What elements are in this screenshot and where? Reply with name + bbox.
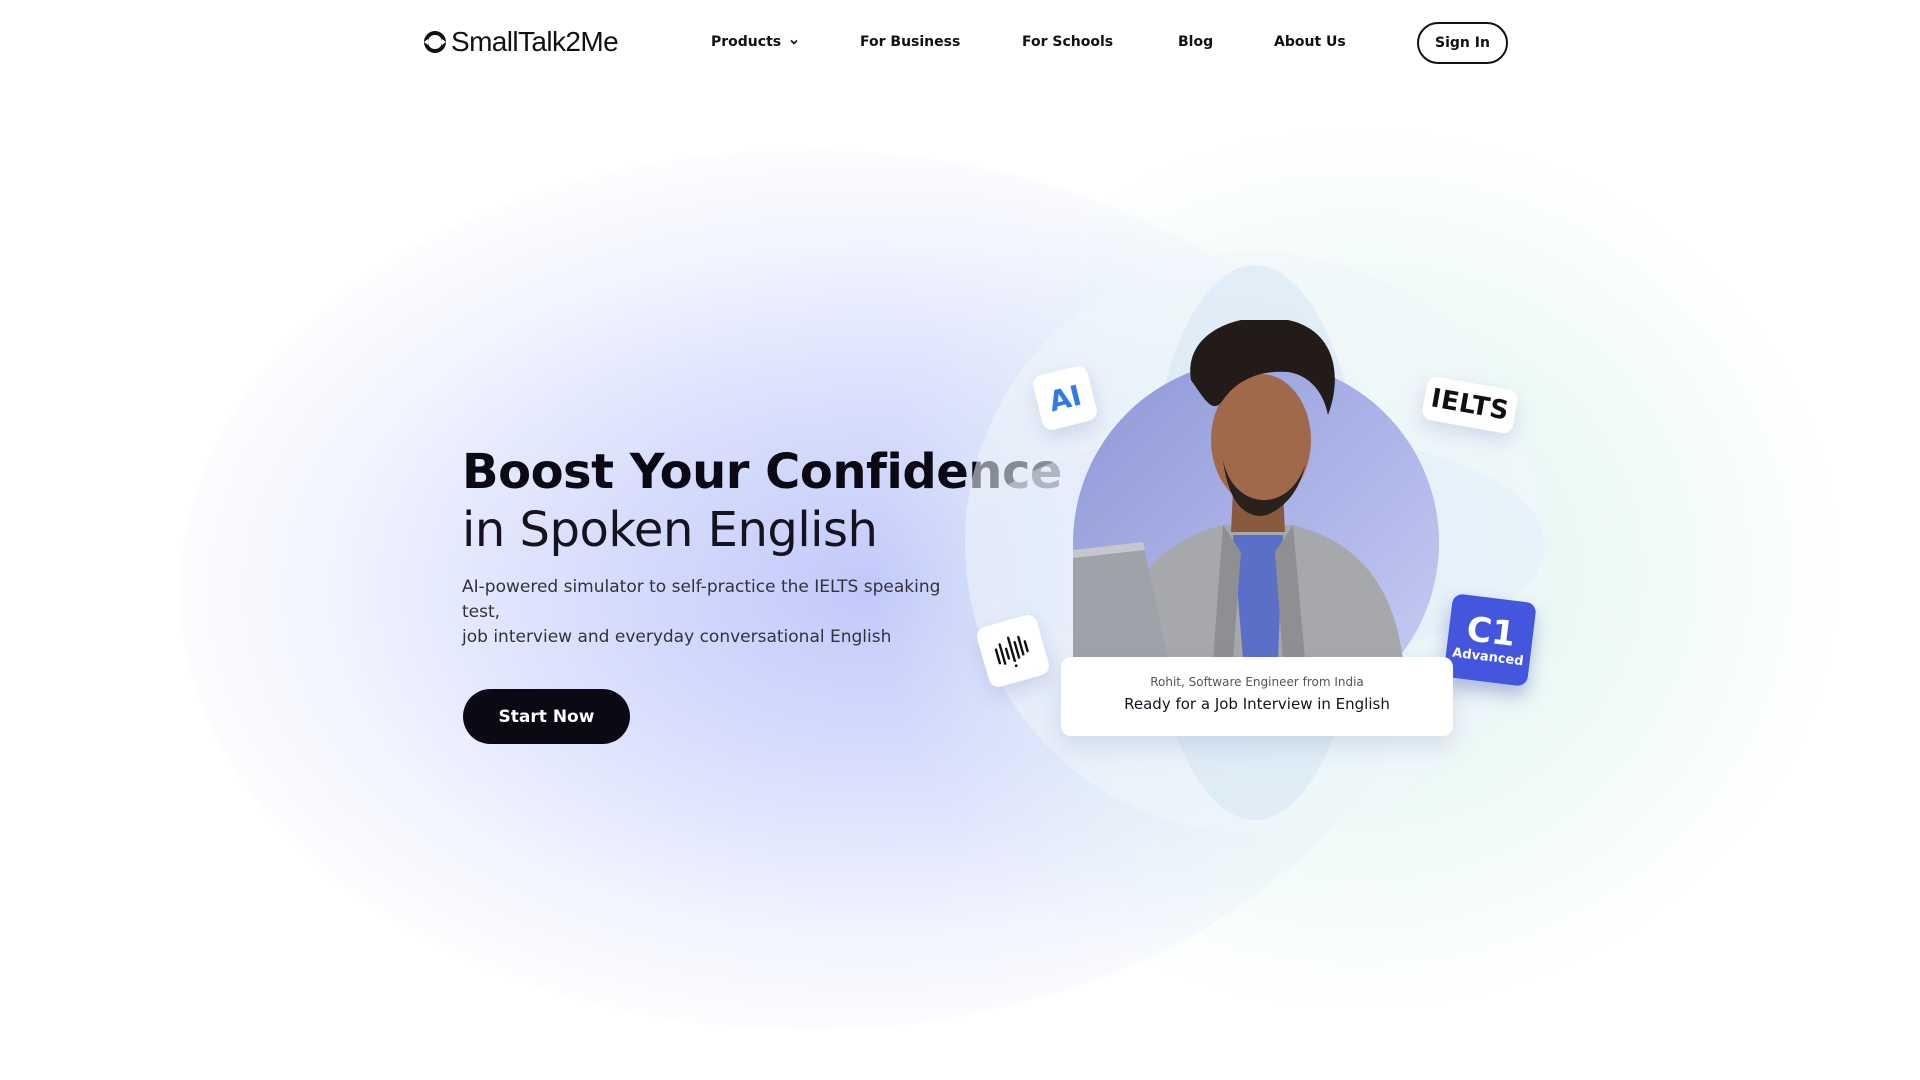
logo-text: SmallTalk2Me	[451, 26, 619, 57]
nav-products-label: Products	[711, 34, 782, 50]
nav-blog[interactable]: Blog	[1178, 34, 1213, 50]
hero-subtitle-line1: AI-powered simulator to self-practice th…	[462, 577, 941, 622]
nav-for-business[interactable]: For Business	[860, 34, 960, 50]
nav-for-schools[interactable]: For Schools	[1022, 34, 1113, 50]
ai-badge-label: AI	[1045, 378, 1085, 418]
sign-in-button[interactable]: Sign In	[1417, 22, 1508, 64]
nav-about-us[interactable]: About Us	[1274, 34, 1346, 50]
hero-subtitle-line2: job interview and everyday conversationa…	[462, 627, 892, 647]
soundwave-icon	[994, 635, 1029, 668]
logo-link[interactable]: SmallTalk2Me	[422, 26, 619, 58]
hero-title-secondary: in Spoken English	[462, 502, 878, 558]
hero-subtitle: AI-powered simulator to self-practice th…	[462, 575, 982, 650]
start-now-button[interactable]: Start Now	[463, 689, 630, 744]
level-name: Advanced	[1451, 645, 1525, 670]
level-badge: C1 Advanced	[1443, 593, 1537, 687]
person-photo	[1073, 320, 1403, 660]
caption-headline: Ready for a Job Interview in English	[1124, 695, 1390, 713]
caption-person: Rohit, Software Engineer from India	[1150, 675, 1364, 689]
ielts-badge-label: IELTS	[1428, 383, 1512, 427]
nav-products[interactable]: Products	[711, 34, 799, 50]
chevron-down-icon	[790, 39, 798, 45]
logo-icon	[424, 31, 446, 53]
testimonial-caption-card: Rohit, Software Engineer from India Read…	[1061, 657, 1453, 736]
level-code: C1	[1464, 609, 1518, 655]
site-header: SmallTalk2Me Products For Business For S…	[0, 0, 1920, 88]
